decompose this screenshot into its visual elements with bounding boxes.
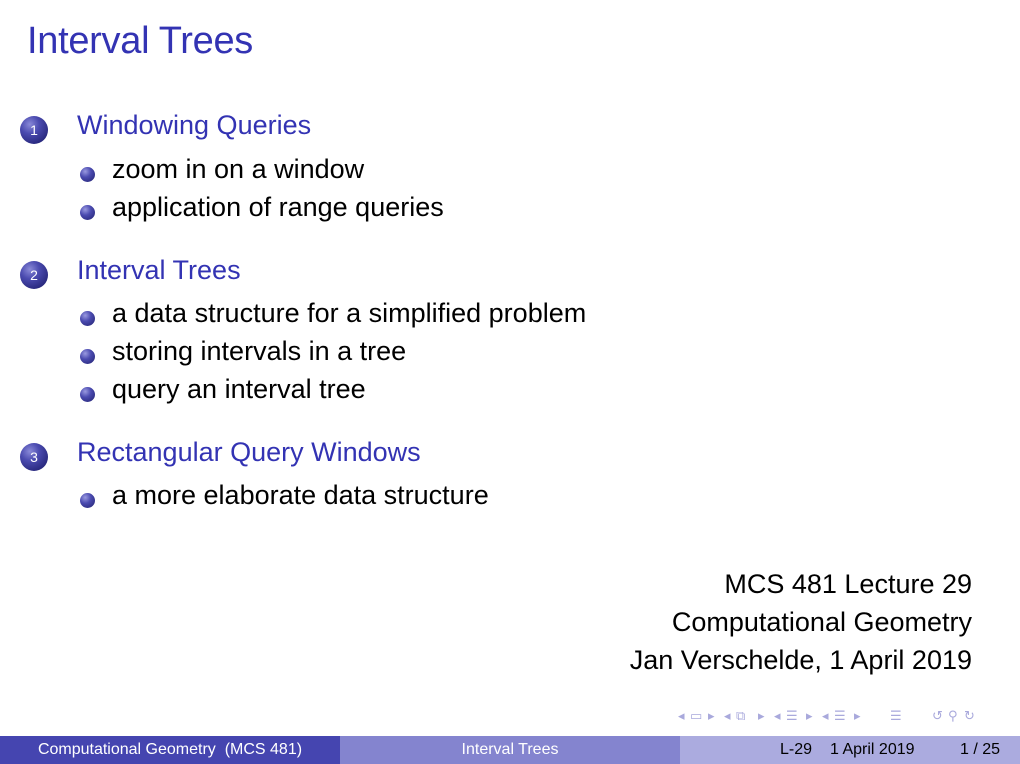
prev-subsection-icon[interactable]: ◂ — [724, 708, 731, 724]
slide-icon[interactable]: ☰ — [834, 708, 846, 724]
bullet-icon — [80, 311, 95, 326]
section-number-ball: 3 — [20, 443, 48, 471]
list-item-text: a more elaborate data structure — [112, 480, 489, 510]
footer-title: Interval Trees — [340, 736, 680, 764]
list-item-text: storing intervals in a tree — [112, 336, 407, 366]
bullet-icon — [80, 493, 95, 508]
prev-section-icon[interactable]: ◂ — [774, 708, 781, 724]
footer-page-number: 1 / 25 — [960, 741, 1001, 758]
next-frame-icon[interactable]: ▸ — [708, 708, 715, 724]
section-title: Rectangular Query Windows — [77, 437, 421, 467]
align-icon[interactable]: ☰ — [890, 708, 902, 724]
footer-right: L-29 1 April 2019 1 / 25 — [680, 736, 1020, 764]
section-icon[interactable]: ☰ — [786, 708, 798, 724]
course-name: Computational Geometry — [671, 607, 972, 637]
footer-bar: Computational Geometry (MCS 481) Interva… — [0, 736, 1020, 764]
bullet-icon — [80, 387, 95, 402]
forward-icon[interactable]: ↻ — [964, 708, 975, 724]
prev-slide-icon[interactable]: ◂ — [822, 708, 829, 724]
list-item-text: query an interval tree — [112, 374, 366, 404]
navigation-symbols: ◂ ▭ ▸ ◂ ⧉ ▸ ◂ ☰ ▸ ◂ ☰ ▸ ☰ ↺ ⚲ ↻ — [676, 708, 1016, 728]
bullet-icon — [80, 349, 95, 364]
list-item-text: zoom in on a window — [112, 154, 365, 184]
subsection-icon[interactable]: ⧉ — [736, 708, 745, 724]
slide-title: Interval Trees — [27, 20, 254, 62]
lecture-number: MCS 481 Lecture 29 — [724, 569, 972, 599]
next-subsection-icon[interactable]: ▸ — [758, 708, 765, 724]
next-slide-icon[interactable]: ▸ — [854, 708, 861, 724]
footer-lecture: L-29 — [780, 741, 813, 758]
frame-icon[interactable]: ▭ — [690, 708, 702, 724]
section-number-ball: 1 — [20, 116, 48, 144]
footer-course: Computational Geometry (MCS 481) — [0, 736, 340, 764]
section-title: Interval Trees — [77, 255, 241, 285]
back-icon[interactable]: ↺ — [932, 708, 943, 724]
list-item-text: application of range queries — [112, 192, 444, 222]
section-title: Windowing Queries — [77, 110, 312, 140]
author-date: Jan Verschelde, 1 April 2019 — [629, 645, 972, 675]
lecture-info: MCS 481 Lecture 29 Computational Geometr… — [630, 565, 972, 679]
search-icon[interactable]: ⚲ — [948, 708, 958, 724]
next-section-icon[interactable]: ▸ — [806, 708, 813, 724]
bullet-icon — [80, 167, 95, 182]
list-item-text: a data structure for a simplified proble… — [112, 298, 587, 328]
bullet-icon — [80, 205, 95, 220]
prev-frame-icon[interactable]: ◂ — [678, 708, 685, 724]
section-number-ball: 2 — [20, 261, 48, 289]
footer-date: 1 April 2019 — [830, 741, 915, 758]
